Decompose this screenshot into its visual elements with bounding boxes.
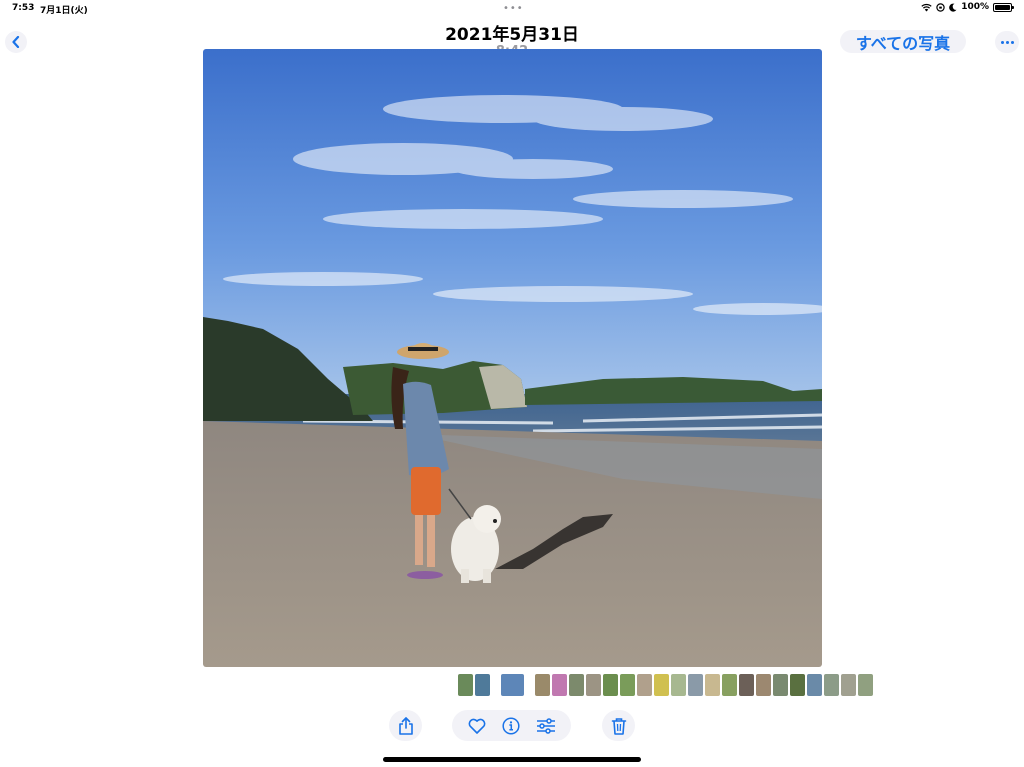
thumbnail-22[interactable] [841,674,856,696]
status-bar: 7:53 7月1日(火) ••• 100% [0,0,1024,18]
thumbnail-12[interactable] [671,674,686,696]
thumbnail-23[interactable] [858,674,873,696]
thumbnail-10[interactable] [637,674,652,696]
thumbnail-21[interactable] [824,674,839,696]
thumbnail-5[interactable] [552,674,567,696]
screen-lock-icon [936,2,945,12]
share-button[interactable] [389,710,422,741]
thumbnail-16[interactable] [739,674,754,696]
photo-view[interactable] [203,49,822,667]
share-icon [398,716,413,735]
delete-button[interactable] [602,710,635,741]
all-photos-button[interactable]: すべての写真 [840,30,966,53]
status-indicators: 100% [921,2,1014,12]
info-icon [502,716,521,735]
moon-icon [949,3,957,12]
wifi-icon [921,3,932,11]
thumbnail-20[interactable] [807,674,822,696]
home-indicator[interactable] [383,757,641,762]
photo-viewer-screen: 7:53 7月1日(火) ••• 100% 2021年5月31日 8:42 [0,0,1024,767]
multitasking-handle[interactable]: ••• [503,4,524,14]
heart-icon [468,718,486,734]
thumbnail-1[interactable] [458,674,473,696]
thumbnail-6[interactable] [569,674,584,696]
adjust-button[interactable] [533,713,559,739]
more-button[interactable] [995,31,1019,53]
battery-percentage: 100% [961,2,989,12]
photo-actions-group [452,710,571,741]
thumbnail-17[interactable] [756,674,771,696]
thumbnail-15[interactable] [722,674,737,696]
thumbnail-7[interactable] [586,674,601,696]
info-button[interactable] [498,713,524,739]
thumbnail-11[interactable] [654,674,669,696]
thumbnail-14[interactable] [705,674,720,696]
battery-icon [993,2,1014,12]
thumbnail-3[interactable] [501,674,524,696]
thumbnail-9[interactable] [620,674,635,696]
adjust-icon [536,717,555,734]
thumbnail-2[interactable] [475,674,490,696]
status-time: 7:53 [12,3,35,13]
thumbnail-4[interactable] [535,674,550,696]
beach-photo [203,49,822,667]
favorite-button[interactable] [464,713,490,739]
thumbnail-8[interactable] [603,674,618,696]
thumbnail-18[interactable] [773,674,788,696]
trash-icon [611,717,626,735]
ellipsis-icon [1000,40,1004,44]
thumbnail-19[interactable] [790,674,805,696]
thumbnail-13[interactable] [688,674,703,696]
status-date: 7月1日(火) [40,6,88,16]
